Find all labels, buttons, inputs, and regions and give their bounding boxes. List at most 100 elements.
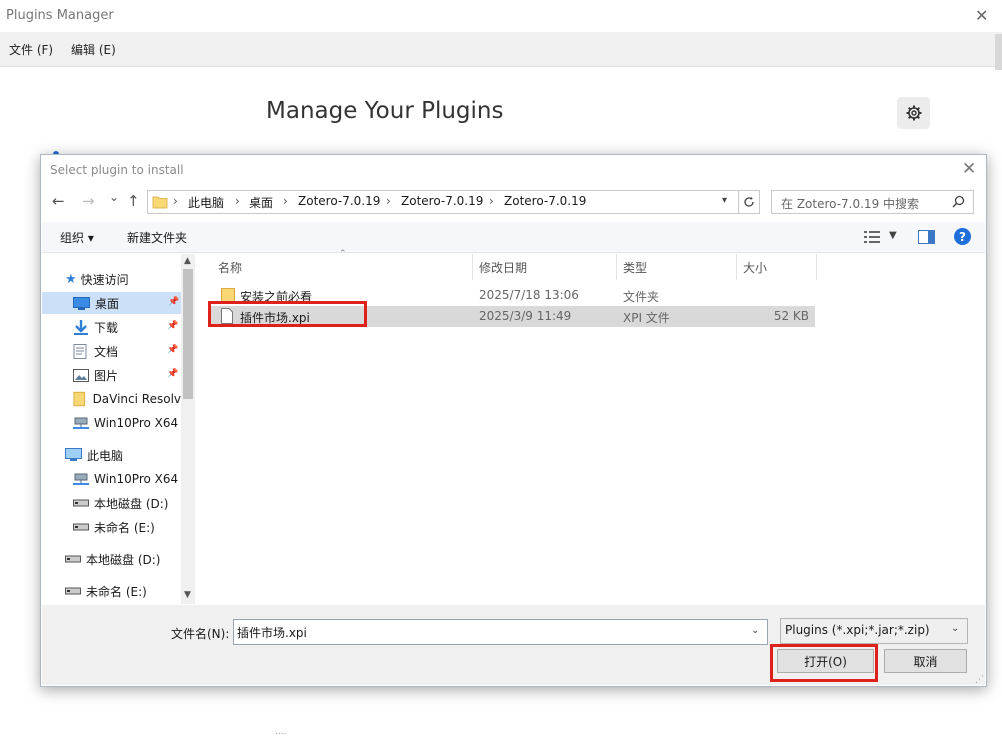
- scroll-up-icon[interactable]: ▲: [184, 256, 191, 266]
- drive-icon: [73, 499, 89, 507]
- nav-drive-e[interactable]: 未命名 (E:): [65, 580, 147, 602]
- nav-scrollbar[interactable]: ▲ ▼: [181, 254, 195, 604]
- chevron-down-icon[interactable]: ▾: [722, 195, 727, 206]
- folder-icon: [221, 288, 235, 302]
- breadcrumb-separator: ›: [386, 194, 391, 208]
- pin-icon: 📌: [167, 321, 179, 331]
- nav-this-pc[interactable]: 此电脑: [65, 444, 123, 466]
- filename-label: 文件名(N):: [171, 627, 230, 641]
- nav-item-drive-d[interactable]: 本地磁盘 (D:): [73, 492, 168, 514]
- column-name[interactable]: 名称: [218, 259, 242, 276]
- file-type-filter: Plugins (*.xpi;*.jar;*.zip): [785, 623, 930, 637]
- file-dialog: Select plugin to install ✕ ← → ⌄ ↑ › 此电脑…: [40, 154, 987, 687]
- file-type-select[interactable]: Plugins (*.xpi;*.jar;*.zip) ⌄: [780, 618, 968, 644]
- help-icon[interactable]: ?: [954, 228, 971, 245]
- nav-item-pictures[interactable]: 图片 📌: [73, 364, 181, 386]
- organize-button[interactable]: 组织 ▾: [60, 229, 94, 246]
- cancel-button[interactable]: 取消: [884, 649, 967, 673]
- file-type: XPI 文件: [623, 311, 670, 325]
- back-button[interactable]: ←: [52, 192, 65, 210]
- gear-icon: [906, 105, 921, 121]
- highlight-box: [208, 301, 367, 327]
- scroll-down-icon[interactable]: ▼: [184, 590, 191, 600]
- partial-text: ....: [275, 727, 287, 737]
- chevron-down-icon[interactable]: ⌄: [751, 625, 759, 636]
- column-divider[interactable]: [816, 254, 817, 280]
- view-options-icon[interactable]: [864, 231, 880, 243]
- navigation-pane: ★ 快速访问 桌面 📌 下载 📌 文档 📌 图片 📌 DaVinci Resol…: [41, 254, 181, 604]
- desktop-icon: [73, 296, 90, 310]
- nav-label: 图片: [94, 368, 119, 383]
- refresh-button[interactable]: [738, 190, 760, 214]
- nav-label: 下载: [94, 320, 119, 335]
- breadcrumb-item[interactable]: Zotero-7.0.19: [298, 194, 380, 208]
- filename-input[interactable]: 插件市场.xpi ⌄: [233, 619, 768, 645]
- forward-button[interactable]: →: [82, 192, 95, 210]
- recent-locations-button[interactable]: ⌄: [109, 190, 119, 204]
- nav-label: 本地磁盘 (D:): [86, 552, 161, 567]
- nav-item-win10pro-pc[interactable]: Win10Pro X64: [73, 468, 178, 490]
- search-box[interactable]: 在 Zotero-7.0.19 中搜索: [771, 190, 974, 214]
- breadcrumb-item[interactable]: Zotero-7.0.19: [504, 194, 586, 208]
- column-divider[interactable]: [616, 254, 617, 280]
- breadcrumb-item[interactable]: Zotero-7.0.19: [401, 194, 483, 208]
- nav-item-davinci[interactable]: DaVinci Resolv: [73, 388, 181, 410]
- window-scrollbar[interactable]: [995, 34, 1002, 70]
- picture-icon: [73, 368, 89, 382]
- column-size[interactable]: 大小: [743, 259, 767, 276]
- breadcrumb-separator: ›: [235, 194, 240, 208]
- folder-icon: [73, 391, 86, 407]
- highlight-box: [770, 644, 878, 682]
- breadcrumb-separator: ›: [173, 194, 178, 208]
- star-icon: ★: [65, 271, 77, 287]
- dialog-title: Select plugin to install: [50, 163, 184, 177]
- network-drive-icon: [73, 473, 89, 485]
- up-button[interactable]: ↑: [127, 192, 140, 210]
- nav-label: 未命名 (E:): [94, 520, 155, 535]
- sort-up-icon: ⌃: [339, 249, 347, 259]
- nav-item-win10pro[interactable]: Win10Pro X64: [73, 412, 181, 434]
- network-drive-icon: [73, 417, 89, 429]
- file-size: 52 KB: [773, 309, 809, 323]
- nav-item-desktop[interactable]: 桌面 📌: [42, 292, 181, 314]
- menu-edit[interactable]: 编辑 (E): [71, 41, 116, 58]
- window-title: Plugins Manager: [6, 8, 114, 23]
- nav-label: Win10Pro X64: [94, 472, 179, 486]
- nav-label: 本地磁盘 (D:): [94, 496, 169, 511]
- nav-label: 快速访问: [80, 272, 129, 287]
- computer-icon: [65, 448, 82, 461]
- folder-icon: [152, 196, 168, 209]
- refresh-icon: [744, 196, 754, 207]
- settings-button[interactable]: [897, 97, 930, 129]
- file-date: 2025/7/18 13:06: [479, 288, 579, 302]
- search-icon[interactable]: [952, 195, 965, 208]
- column-divider[interactable]: [472, 254, 473, 280]
- breadcrumb-item[interactable]: 此电脑: [188, 194, 224, 211]
- nav-item-documents[interactable]: 文档 📌: [73, 340, 181, 362]
- nav-quick-access[interactable]: ★ 快速访问: [65, 268, 129, 290]
- download-icon: [74, 319, 88, 335]
- nav-label: Win10Pro X64: [94, 416, 179, 430]
- window-close-button[interactable]: ✕: [975, 6, 988, 25]
- column-type[interactable]: 类型: [623, 259, 647, 276]
- pin-icon: 📌: [167, 369, 179, 379]
- new-folder-button[interactable]: 新建文件夹: [127, 229, 187, 246]
- resize-grip-icon[interactable]: ⋰: [975, 675, 984, 685]
- column-divider[interactable]: [736, 254, 737, 280]
- drive-icon: [65, 587, 81, 595]
- preview-pane-icon[interactable]: [918, 230, 935, 244]
- menu-file[interactable]: 文件 (F): [9, 41, 53, 58]
- address-bar[interactable]: › 此电脑 › 桌面 › Zotero-7.0.19 › Zotero-7.0.…: [147, 190, 739, 214]
- breadcrumb-item[interactable]: 桌面: [249, 194, 273, 211]
- nav-drive-d[interactable]: 本地磁盘 (D:): [65, 548, 160, 570]
- column-date[interactable]: 修改日期: [479, 259, 527, 276]
- breadcrumb-separator: ›: [283, 194, 288, 208]
- dialog-close-button[interactable]: ✕: [962, 159, 976, 179]
- chevron-down-icon[interactable]: ⌄: [951, 623, 959, 634]
- nav-item-downloads[interactable]: 下载 📌: [73, 316, 181, 338]
- scroll-thumb[interactable]: [183, 269, 193, 399]
- view-dropdown-icon[interactable]: ▼: [889, 230, 897, 241]
- nav-item-drive-e[interactable]: 未命名 (E:): [73, 516, 155, 538]
- document-icon: [73, 343, 87, 359]
- breadcrumb-separator: ›: [489, 194, 494, 208]
